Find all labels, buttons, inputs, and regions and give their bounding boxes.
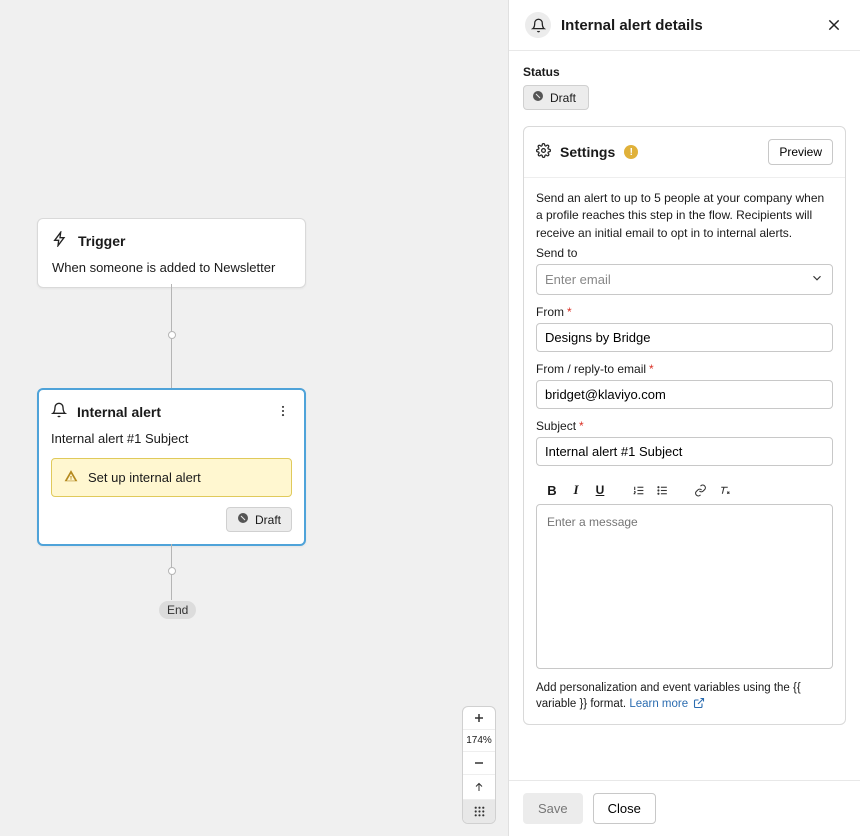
warning-badge-icon: ! xyxy=(624,145,638,159)
grid-button[interactable] xyxy=(463,800,495,823)
unordered-list-button[interactable] xyxy=(652,480,672,500)
settings-section: Settings ! Preview Send an alert to up t… xyxy=(523,126,846,725)
subject-input[interactable] xyxy=(536,437,833,466)
preview-button[interactable]: Preview xyxy=(768,139,833,165)
warning-text: Set up internal alert xyxy=(88,470,201,485)
bolt-icon xyxy=(52,231,68,250)
link-button[interactable] xyxy=(690,480,710,500)
panel-title: Internal alert details xyxy=(561,17,824,34)
chevron-down-icon xyxy=(810,271,824,288)
reply-to-label: From / reply-to email* xyxy=(536,362,833,376)
end-badge: End xyxy=(159,601,196,619)
subject-label: Subject* xyxy=(536,419,833,433)
close-panel-button[interactable] xyxy=(824,15,844,35)
clear-format-button[interactable] xyxy=(714,480,734,500)
draft-dot-icon xyxy=(237,512,249,527)
send-to-select[interactable]: Enter email xyxy=(536,264,833,295)
personalization-hint: Add personalization and event variables … xyxy=(536,680,833,712)
more-options-button[interactable] xyxy=(274,402,292,420)
trigger-title: Trigger xyxy=(78,233,125,249)
zoom-out-button[interactable] xyxy=(463,752,495,775)
details-panel: Internal alert details Status Draft Sett… xyxy=(508,0,860,836)
message-input[interactable] xyxy=(536,504,833,669)
fit-view-button[interactable] xyxy=(463,775,495,800)
trigger-card[interactable]: Trigger When someone is added to Newslet… xyxy=(37,218,306,288)
settings-description: Send an alert to up to 5 people at your … xyxy=(536,190,833,242)
warning-icon xyxy=(64,469,78,486)
bell-icon xyxy=(51,402,67,421)
panel-footer: Save Close xyxy=(509,780,860,836)
underline-button[interactable]: U xyxy=(590,480,610,500)
status-badge: Draft xyxy=(523,85,589,110)
flow-canvas[interactable]: Trigger When someone is added to Newslet… xyxy=(0,0,508,836)
italic-button[interactable]: I xyxy=(566,480,586,500)
gear-icon xyxy=(536,143,551,161)
zoom-percent: 174% xyxy=(463,730,495,752)
connector-node[interactable] xyxy=(168,331,176,339)
alert-card-title: Internal alert xyxy=(77,404,161,420)
editor-toolbar: B I U xyxy=(536,476,833,504)
alert-card-subject: Internal alert #1 Subject xyxy=(51,431,292,446)
panel-header: Internal alert details xyxy=(509,0,860,51)
learn-more-link[interactable]: Learn more xyxy=(629,698,705,710)
draft-dot-icon xyxy=(532,90,544,105)
trigger-description: When someone is added to Newsletter xyxy=(52,260,291,275)
settings-title: Settings xyxy=(560,144,615,160)
zoom-controls: 174% xyxy=(462,706,496,824)
ordered-list-button[interactable] xyxy=(628,480,648,500)
setup-warning[interactable]: Set up internal alert xyxy=(51,458,292,497)
connector-node[interactable] xyxy=(168,567,176,575)
status-label: Status xyxy=(523,65,846,79)
from-input[interactable] xyxy=(536,323,833,352)
bold-button[interactable]: B xyxy=(542,480,562,500)
close-button[interactable]: Close xyxy=(593,793,656,824)
send-to-label: Send to xyxy=(536,246,833,260)
internal-alert-card[interactable]: Internal alert Internal alert #1 Subject… xyxy=(37,388,306,546)
draft-badge: Draft xyxy=(226,507,292,532)
zoom-in-button[interactable] xyxy=(463,707,495,730)
bell-icon xyxy=(525,12,551,38)
reply-to-input[interactable] xyxy=(536,380,833,409)
save-button[interactable]: Save xyxy=(523,793,583,824)
from-label: From* xyxy=(536,305,833,319)
